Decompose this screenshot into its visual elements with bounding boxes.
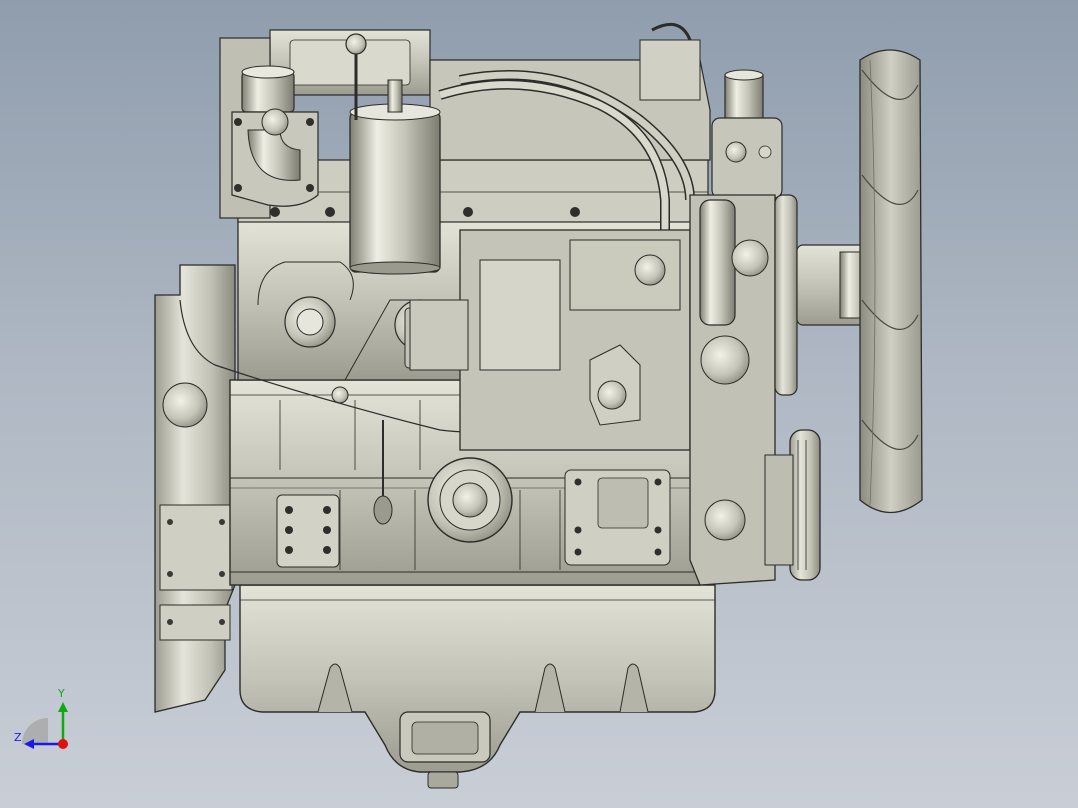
coordinate-triad: Y Z: [10, 688, 80, 758]
cooling-fan[interactable]: [859, 49, 923, 513]
z-axis-label: Z: [14, 731, 22, 744]
triad-axes-icon: [22, 702, 68, 749]
y-axis-label: Y: [58, 687, 65, 700]
engine-3d-model[interactable]: [0, 0, 1078, 808]
timing-cover[interactable]: [689, 194, 776, 586]
water-pump-outlet[interactable]: [711, 69, 783, 199]
flywheel-housing[interactable]: [154, 264, 236, 713]
oil-filter[interactable]: [427, 457, 513, 543]
oil-pan[interactable]: [239, 584, 716, 789]
fan-pulley[interactable]: [774, 194, 871, 396]
cad-graphics-viewport[interactable]: Y Z: [0, 0, 1078, 808]
